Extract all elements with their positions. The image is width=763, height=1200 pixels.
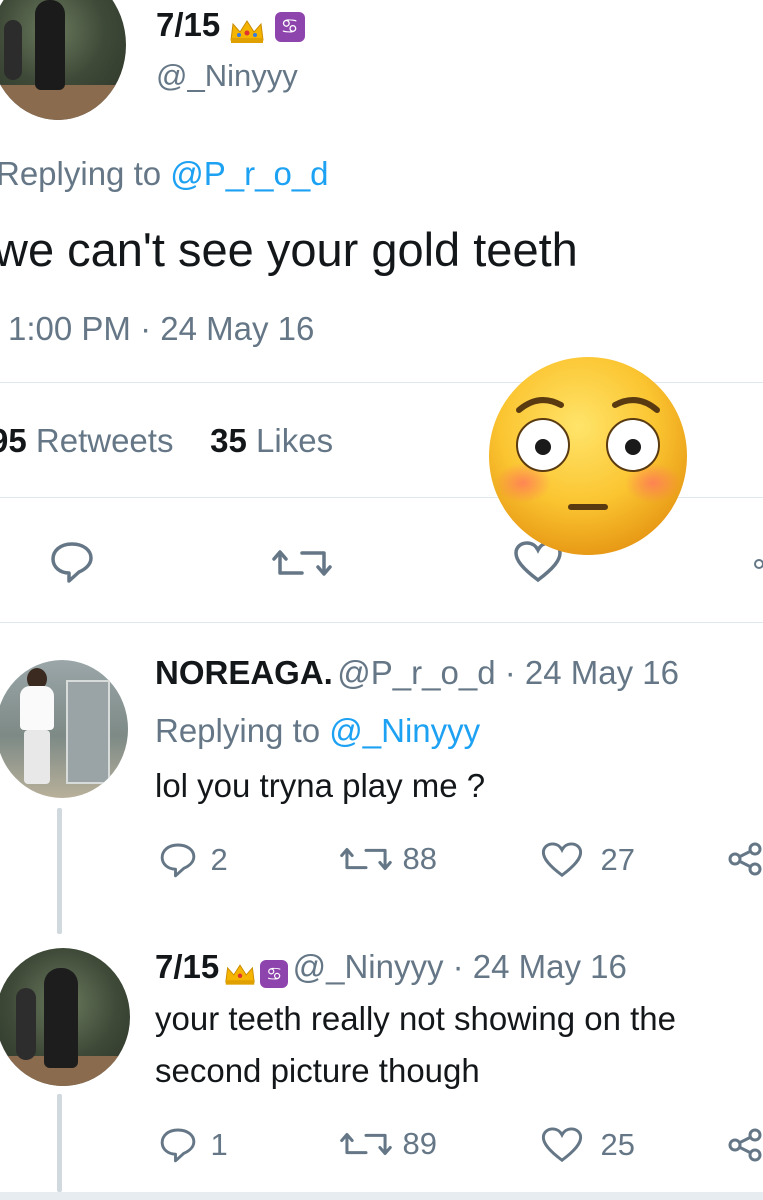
avatar-photo-door	[66, 680, 110, 784]
avatar-main-user[interactable]	[0, 0, 126, 120]
reply-2-meta[interactable]: @_Ninyyy · 24 May 16	[293, 948, 627, 985]
share-icon	[728, 842, 762, 876]
likes-label[interactable]: Likes	[256, 422, 333, 459]
reply-2-header: 7/15 ♋ @_Ninyyy · 24 May 16	[155, 948, 627, 988]
reply-1-text: lol you tryna play me ?	[155, 767, 486, 804]
divider	[0, 622, 763, 623]
reply-2-text-line-2: second picture though	[155, 1052, 480, 1089]
avatar-photo-figure	[4, 20, 22, 80]
avatar-reply-user-2[interactable]	[0, 948, 130, 1086]
like-icon	[541, 1127, 583, 1163]
reply-icon	[160, 1128, 196, 1163]
retweet-icon	[340, 847, 392, 871]
main-display-name[interactable]: 7/15 ♋	[156, 6, 305, 44]
replying-to-label: Replying to	[0, 155, 171, 192]
crown-icon	[224, 962, 256, 986]
main-tweet-timestamp[interactable]: 1:00 PM · 24 May 16	[8, 310, 314, 348]
reply-count: 1	[210, 1127, 228, 1162]
retweets-count[interactable]: 95	[0, 422, 27, 459]
bottom-separator	[0, 1192, 763, 1200]
tweet-stats: 95 Retweets 35 Likes	[0, 422, 333, 460]
reply-count: 2	[210, 842, 228, 877]
replying-to-link[interactable]: @_Ninyyy	[329, 712, 480, 749]
replying-to-label: Replying to	[155, 712, 330, 749]
reply-1-reply-button[interactable]: 2	[158, 841, 228, 879]
retweet-count: 89	[402, 1126, 437, 1161]
avatar-photo-legs	[24, 730, 50, 784]
share-icon[interactable]	[752, 557, 763, 576]
avatar-photo-figure	[16, 988, 36, 1060]
likes-count[interactable]: 35	[210, 422, 247, 459]
cancer-zodiac-icon: ♋	[274, 12, 305, 43]
avatar-photo-person	[20, 686, 54, 730]
avatar-photo-figure	[44, 968, 78, 1068]
reply-1-header: NOREAGA. @P_r_o_d · 24 May 16	[155, 654, 679, 692]
crown-icon	[229, 14, 265, 44]
main-handle[interactable]: @_Ninyyy	[156, 58, 298, 94]
replying-to-link[interactable]: @P_r_o_d	[170, 155, 328, 192]
retweet-icon	[340, 1132, 392, 1156]
cancer-zodiac-icon: ♋	[260, 959, 289, 988]
reply-1-like-button[interactable]: 27	[540, 841, 635, 879]
like-count: 25	[600, 1127, 635, 1162]
reply-1-retweet-button[interactable]: 88	[340, 841, 437, 877]
display-name-text: 7/15	[156, 6, 221, 43]
replying-to-line: Replying to @P_r_o_d	[0, 155, 329, 193]
retweets-label[interactable]: Retweets	[36, 422, 174, 459]
retweet-count: 88	[402, 841, 437, 876]
reply-icon[interactable]	[48, 540, 96, 589]
thread-connector-line	[57, 808, 62, 934]
avatar-reply-user-1[interactable]	[0, 660, 128, 798]
reply-icon	[160, 843, 196, 878]
reply-2-share-button[interactable]	[727, 1128, 763, 1167]
reply-2-text-line-1: your teeth really not showing on the	[155, 1000, 676, 1037]
reply-2-reply-button[interactable]: 1	[158, 1126, 228, 1164]
reply-2-display-name[interactable]: 7/15	[155, 948, 219, 985]
avatar-photo-ground	[0, 85, 126, 120]
like-icon	[541, 842, 583, 878]
flushed-face-emoji-icon	[487, 355, 689, 557]
main-tweet-text: we can't see your gold teeth	[0, 223, 578, 276]
reply-1-meta[interactable]: @P_r_o_d · 24 May 16	[337, 654, 679, 691]
reply-1-share-button[interactable]	[727, 842, 763, 881]
like-count: 27	[600, 842, 635, 877]
reply-2-like-button[interactable]: 25	[540, 1126, 635, 1164]
reply-1-display-name[interactable]: NOREAGA.	[155, 654, 333, 691]
reply-1-replying-to: Replying to @_Ninyyy	[155, 712, 480, 750]
share-icon	[728, 1128, 762, 1162]
retweet-icon[interactable]	[272, 543, 332, 588]
reply-2-retweet-button[interactable]: 89	[340, 1126, 437, 1162]
avatar-photo-figure	[35, 0, 65, 90]
thread-connector-line	[57, 1094, 62, 1192]
